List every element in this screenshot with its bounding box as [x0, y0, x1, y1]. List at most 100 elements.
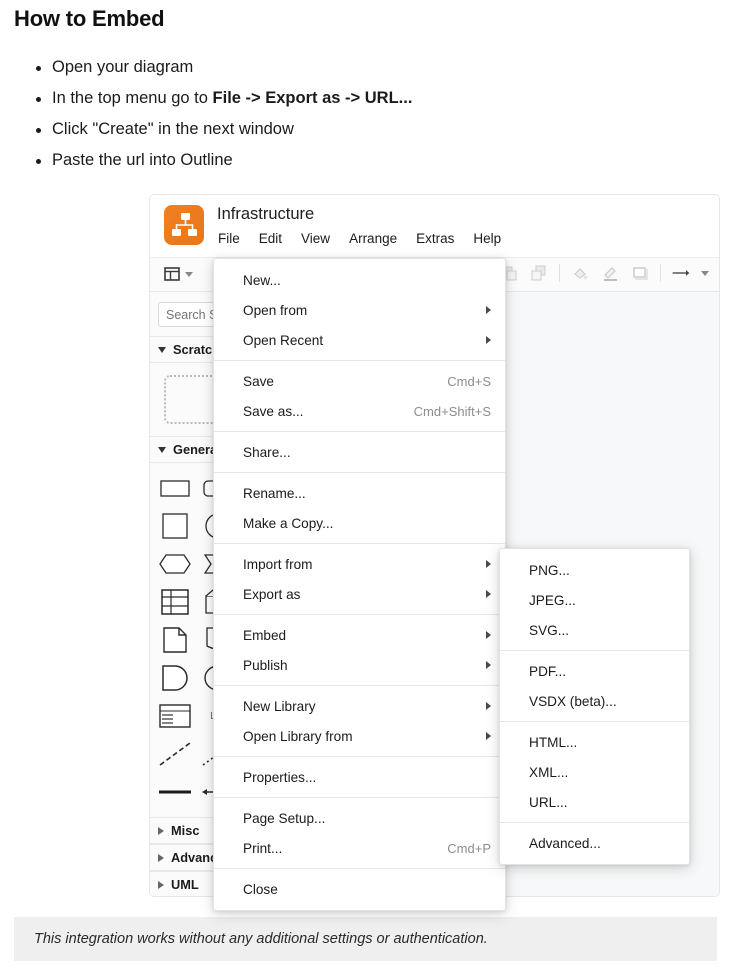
chevron-down-icon — [158, 347, 166, 353]
menu-item-label: Page Setup... — [243, 811, 325, 826]
instruction-emphasis: File -> Export as -> URL... — [213, 89, 413, 107]
toolbar-divider — [559, 264, 560, 282]
chevron-right-icon — [158, 854, 164, 862]
submenu-arrow-icon — [486, 732, 491, 740]
menu-item-label: Save as... — [243, 404, 303, 419]
menubar-item-help[interactable]: Help — [471, 230, 503, 247]
toolbar-right-group — [499, 263, 709, 283]
menu-separator — [214, 868, 505, 869]
shape-table[interactable] — [154, 583, 197, 621]
shape-square[interactable] — [154, 507, 197, 545]
menu-item-pdf[interactable]: PDF... — [500, 656, 689, 686]
menu-item-label: Rename... — [243, 486, 306, 501]
menu-item-label: Share... — [243, 445, 291, 460]
fill-color-icon[interactable] — [570, 263, 590, 283]
toolbar-divider-2 — [660, 264, 661, 282]
menu-item-make-a-copy[interactable]: Make a Copy... — [214, 508, 505, 538]
menu-item-export-as[interactable]: Export as — [214, 579, 505, 609]
sidebar-section-label: UML — [171, 877, 199, 892]
menu-item-label: Publish — [243, 658, 288, 673]
shape-semicircle[interactable] — [154, 659, 197, 697]
menu-item-label: Make a Copy... — [243, 516, 333, 531]
figure-caption: This integration works without any addit… — [14, 917, 717, 961]
instruction-list: Open your diagramIn the top menu go to F… — [32, 52, 672, 176]
view-panel-chevron-down-icon[interactable] — [185, 272, 193, 277]
menu-item-share[interactable]: Share... — [214, 437, 505, 467]
menu-item-print[interactable]: Print...Cmd+P — [214, 833, 505, 863]
shape-solid-line[interactable] — [154, 773, 197, 811]
submenu-arrow-icon — [486, 590, 491, 598]
menu-item-label: Embed — [243, 628, 286, 643]
to-front-icon[interactable] — [529, 263, 549, 283]
view-panel-icon[interactable] — [162, 264, 182, 284]
menu-item-label: Open Recent — [243, 333, 323, 348]
toolbar-left-group — [162, 264, 193, 284]
chevron-down-icon — [158, 447, 166, 453]
submenu-arrow-icon — [486, 306, 491, 314]
menu-item-label: VSDX (beta)... — [529, 694, 617, 709]
menu-item-label: PNG... — [529, 563, 570, 578]
menu-item-embed[interactable]: Embed — [214, 620, 505, 650]
menu-item-open-library-from[interactable]: Open Library from — [214, 721, 505, 751]
menu-item-label: Advanced... — [529, 836, 601, 851]
instruction-item: Click "Create" in the next window — [32, 114, 672, 145]
menu-separator — [214, 614, 505, 615]
menu-item-new-library[interactable]: New Library — [214, 691, 505, 721]
menu-item-page-setup[interactable]: Page Setup... — [214, 803, 505, 833]
menu-separator — [214, 685, 505, 686]
menu-item-new[interactable]: New... — [214, 265, 505, 295]
menubar-item-extras[interactable]: Extras — [414, 230, 456, 247]
shape-document[interactable] — [154, 621, 197, 659]
menu-item-label: JPEG... — [529, 593, 576, 608]
menu-item-label: Export as — [243, 587, 300, 602]
instruction-text: Click "Create" in the next window — [52, 120, 294, 138]
sidebar-section-label: Misc — [171, 823, 199, 838]
menu-separator — [500, 822, 689, 823]
menu-item-advanced[interactable]: Advanced... — [500, 828, 689, 858]
menu-separator — [214, 543, 505, 544]
menubar-item-view[interactable]: View — [299, 230, 332, 247]
submenu-arrow-icon — [486, 336, 491, 344]
menu-item-svg[interactable]: SVG... — [500, 615, 689, 645]
menu-item-html[interactable]: HTML... — [500, 727, 689, 757]
menu-item-close[interactable]: Close — [214, 874, 505, 904]
menubar-item-arrange[interactable]: Arrange — [347, 230, 399, 247]
menu-item-jpeg[interactable]: JPEG... — [500, 585, 689, 615]
instruction-item: Paste the url into Outline — [32, 145, 672, 176]
menubar-item-edit[interactable]: Edit — [257, 230, 284, 247]
menu-item-xml[interactable]: XML... — [500, 757, 689, 787]
menu-item-vsdx-beta[interactable]: VSDX (beta)... — [500, 686, 689, 716]
menu-item-url[interactable]: URL... — [500, 787, 689, 817]
shape-hexagon[interactable] — [154, 545, 197, 583]
menu-separator — [214, 360, 505, 361]
menu-separator — [214, 797, 505, 798]
menu-item-label: Import from — [243, 557, 313, 572]
menu-separator — [214, 431, 505, 432]
shape-rectangle[interactable] — [154, 469, 197, 507]
shape-list[interactable] — [154, 697, 197, 735]
menu-item-open-from[interactable]: Open from — [214, 295, 505, 325]
instruction-item: In the top menu go to File -> Export as … — [32, 83, 672, 114]
menu-item-save[interactable]: SaveCmd+S — [214, 366, 505, 396]
figure-caption-text: This integration works without any addit… — [34, 931, 488, 947]
menu-item-png[interactable]: PNG... — [500, 555, 689, 585]
menu-item-rename[interactable]: Rename... — [214, 478, 505, 508]
menu-item-label: Save — [243, 374, 274, 389]
shape-dashed-line[interactable] — [154, 735, 197, 773]
menu-item-publish[interactable]: Publish — [214, 650, 505, 680]
menu-item-properties[interactable]: Properties... — [214, 762, 505, 792]
line-color-icon[interactable] — [600, 263, 620, 283]
page-root: How to Embed Open your diagramIn the top… — [0, 0, 731, 975]
connection-chevron-down-icon[interactable] — [701, 271, 709, 276]
menu-separator — [214, 472, 505, 473]
menu-item-label: Open Library from — [243, 729, 353, 744]
menu-item-label: Close — [243, 882, 278, 897]
connection-arrow-icon[interactable] — [671, 263, 691, 283]
menu-item-label: HTML... — [529, 735, 577, 750]
shadow-icon[interactable] — [630, 263, 650, 283]
menubar-item-file[interactable]: File — [216, 230, 242, 247]
menu-item-save-as[interactable]: Save as...Cmd+Shift+S — [214, 396, 505, 426]
submenu-arrow-icon — [486, 631, 491, 639]
menu-item-import-from[interactable]: Import from — [214, 549, 505, 579]
menu-item-open-recent[interactable]: Open Recent — [214, 325, 505, 355]
